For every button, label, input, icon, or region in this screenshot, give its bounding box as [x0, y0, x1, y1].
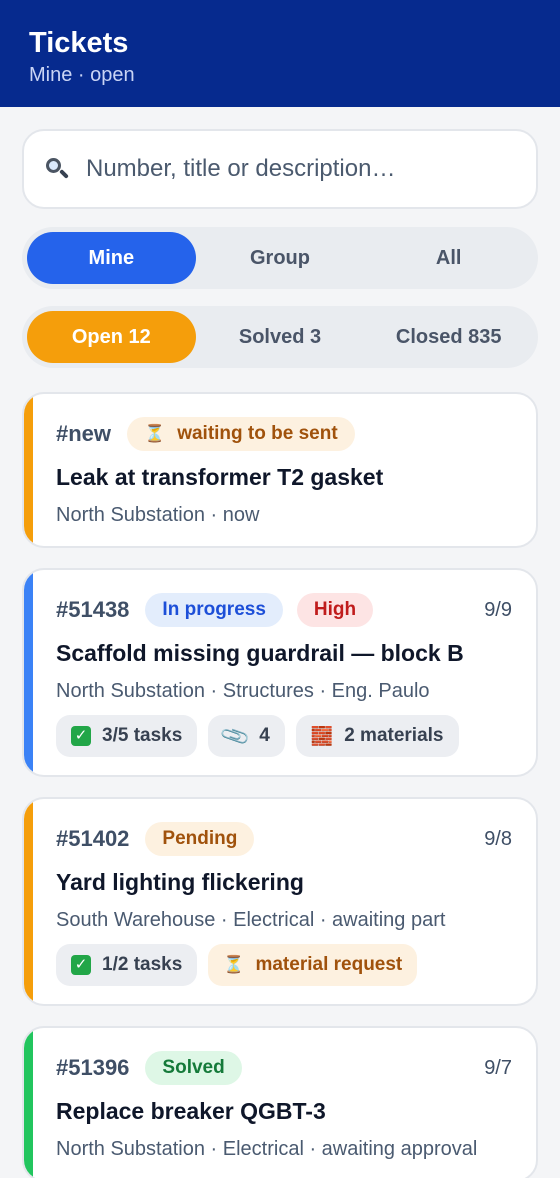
- status-stripe: [24, 799, 33, 1004]
- page-title: Tickets: [29, 27, 129, 59]
- status-filter: Open 12 Solved 3 Closed 835: [22, 306, 538, 368]
- ticket-date: 9/8: [484, 827, 512, 850]
- ticket-title: Replace breaker QGBT-3: [56, 1098, 326, 1124]
- search-input[interactable]: [86, 155, 516, 183]
- scope-filter: Mine Group All: [22, 227, 538, 289]
- status-stripe: [24, 1028, 33, 1178]
- priority-badge: High: [296, 593, 374, 627]
- ticket-date: 9/9: [484, 598, 512, 621]
- app-header: Tickets Mine · open: [0, 0, 560, 107]
- ticket-card[interactable]: #51402 Pending 9/8 Yard lighting flicker…: [22, 797, 538, 1006]
- tasks-chip-label: 3/5 tasks: [102, 725, 183, 746]
- material-request-chip[interactable]: ⏳ material request: [208, 944, 418, 986]
- tasks-chip[interactable]: ✓ 3/5 tasks: [56, 715, 198, 757]
- check-box-icon: ✓: [71, 726, 91, 746]
- materials-chip[interactable]: 🧱 2 materials: [295, 715, 459, 757]
- tab-all[interactable]: All: [364, 232, 533, 284]
- ticket-meta: North Substation · Structures · Eng. Pau…: [56, 680, 430, 702]
- material-request-chip-label: material request: [255, 954, 403, 975]
- status-badge: ⏳ waiting to be sent: [127, 417, 355, 451]
- ticket-date: 9/7: [484, 1056, 512, 1079]
- hourglass-icon: ⏳: [144, 424, 166, 443]
- ticket-number: #51438: [56, 597, 130, 622]
- tab-mine[interactable]: Mine: [27, 232, 196, 284]
- tasks-chip-label: 1/2 tasks: [102, 954, 183, 975]
- status-badge: Solved: [145, 1051, 242, 1085]
- search-icon: [44, 156, 70, 182]
- ticket-meta: South Warehouse · Electrical · awaiting …: [56, 909, 446, 931]
- search-bar[interactable]: [22, 129, 538, 209]
- ticket-chips: ✓ 1/2 tasks ⏳ material request: [56, 944, 512, 986]
- ticket-title: Leak at transformer T2 gasket: [56, 464, 384, 490]
- ticket-chips: ✓ 3/5 tasks 📎 4 🧱 2 materials: [56, 715, 512, 757]
- status-badge: In progress: [145, 593, 283, 627]
- check-box-icon: ✓: [71, 955, 91, 975]
- tab-open[interactable]: Open 12: [27, 311, 196, 363]
- ticket-card[interactable]: #51438 In progress High 9/9 Scaffold mis…: [22, 568, 538, 777]
- attachments-chip-label: 4: [259, 725, 270, 746]
- paperclip-icon: 📎: [219, 720, 253, 753]
- status-stripe: [24, 570, 33, 775]
- ticket-card[interactable]: #new ⏳ waiting to be sent Leak at transf…: [22, 392, 538, 548]
- ticket-card[interactable]: #51396 Solved 9/7 Replace breaker QGBT-3…: [22, 1026, 538, 1178]
- page-subtitle: Mine · open: [29, 64, 135, 86]
- ticket-meta: North Substation · now: [56, 504, 260, 526]
- tab-closed[interactable]: Closed 835: [364, 311, 533, 363]
- ticket-meta: North Substation · Electrical · awaiting…: [56, 1138, 478, 1160]
- attachments-chip[interactable]: 📎 4: [208, 715, 285, 757]
- materials-chip-label: 2 materials: [344, 725, 444, 746]
- bricks-icon: 🧱: [310, 725, 334, 746]
- ticket-title: Scaffold missing guardrail — block B: [56, 640, 464, 666]
- tab-solved[interactable]: Solved 3: [196, 311, 365, 363]
- hourglass-icon: ⏳: [223, 955, 245, 974]
- ticket-number: #51402: [56, 826, 130, 851]
- ticket-number: #new: [56, 421, 112, 446]
- status-badge-label: waiting to be sent: [177, 423, 338, 444]
- ticket-title: Yard lighting flickering: [56, 869, 304, 895]
- tab-group[interactable]: Group: [196, 232, 365, 284]
- status-badge: Pending: [145, 822, 255, 856]
- ticket-number: #51396: [56, 1055, 130, 1080]
- tasks-chip[interactable]: ✓ 1/2 tasks: [56, 944, 198, 986]
- status-stripe: [24, 394, 33, 546]
- main-content: Mine Group All Open 12 Solved 3 Closed 8…: [0, 107, 560, 1178]
